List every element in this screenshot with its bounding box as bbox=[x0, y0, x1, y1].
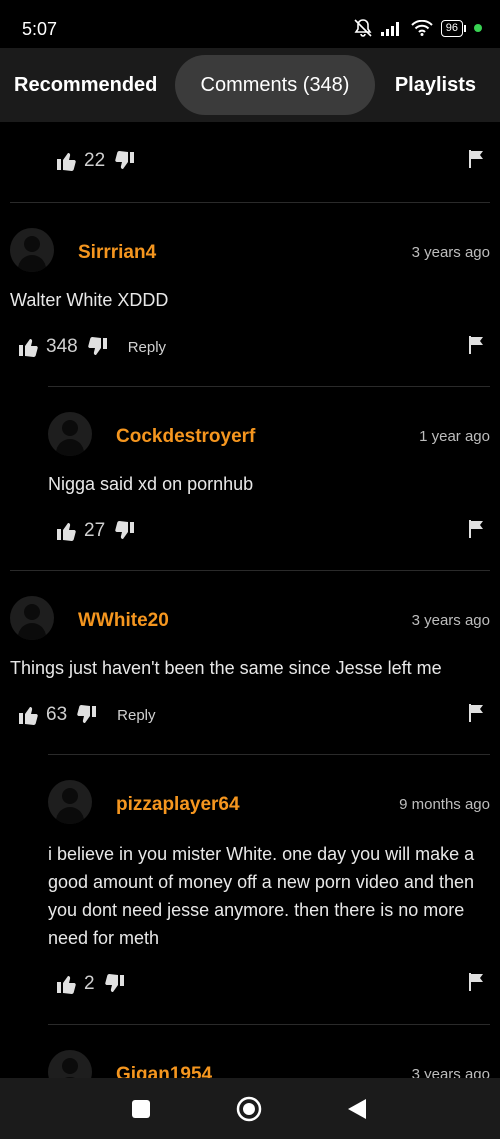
thumbs-up-icon[interactable] bbox=[18, 337, 38, 357]
comment-time: 3 years ago bbox=[411, 244, 490, 261]
flag-icon[interactable] bbox=[468, 704, 484, 727]
privacy-dot-icon bbox=[474, 24, 482, 32]
recents-button[interactable] bbox=[111, 1078, 171, 1139]
like-count: 27 bbox=[84, 520, 106, 541]
thumbs-up-icon[interactable] bbox=[18, 705, 38, 725]
comment-text: Things just haven't been the same since … bbox=[10, 658, 442, 678]
like-count: 2 bbox=[84, 973, 95, 994]
system-nav-bar bbox=[0, 1078, 500, 1139]
flag-icon[interactable] bbox=[468, 520, 484, 543]
comment-item: pizzaplayer64 9 months ago i believe in … bbox=[0, 754, 500, 1025]
comment-item: Gigan1954 3 years ago bbox=[0, 1024, 500, 1078]
status-time: 5:07 bbox=[22, 19, 58, 39]
thumbs-down-icon[interactable] bbox=[104, 974, 125, 994]
comment-actions: 2 bbox=[56, 969, 125, 999]
comment-partial: back to normal 22 bbox=[0, 122, 500, 203]
comment-actions: 348 Reply bbox=[18, 332, 166, 362]
flag-icon[interactable] bbox=[468, 150, 484, 173]
comment-time: 9 months ago bbox=[399, 796, 490, 813]
battery-tip bbox=[464, 24, 466, 32]
comment-username[interactable]: Cockdestroyerf bbox=[116, 426, 255, 448]
recents-icon bbox=[132, 1099, 150, 1118]
comment-time: 3 years ago bbox=[411, 612, 490, 629]
reply-button[interactable]: Reply bbox=[117, 707, 155, 724]
home-button[interactable] bbox=[219, 1078, 279, 1139]
back-icon bbox=[348, 1098, 366, 1119]
signal-icon bbox=[380, 22, 399, 36]
thumbs-down-icon[interactable] bbox=[77, 705, 97, 725]
tab-recommended[interactable]: Recommended bbox=[14, 48, 157, 122]
like-count: 22 bbox=[84, 150, 106, 171]
comment-username[interactable]: Gigan1954 bbox=[116, 1064, 212, 1078]
thumbs-up-icon[interactable] bbox=[56, 974, 76, 994]
status-icons: 96 bbox=[353, 18, 482, 38]
battery-level: 96 bbox=[440, 19, 463, 37]
tab-playlists[interactable]: Playlists bbox=[395, 48, 476, 122]
comment-actions: 27 bbox=[56, 516, 135, 546]
battery-indicator: 96 bbox=[440, 19, 466, 37]
home-icon bbox=[236, 1096, 262, 1121]
bell-muted-icon bbox=[354, 19, 372, 37]
flag-icon[interactable] bbox=[468, 973, 484, 996]
comment-text: Nigga said xd on pornhub bbox=[48, 474, 254, 494]
avatar[interactable] bbox=[48, 1050, 92, 1078]
status-bar: 5:07 96 bbox=[0, 0, 500, 48]
back-button[interactable] bbox=[327, 1078, 387, 1139]
thumbs-down-icon[interactable] bbox=[115, 151, 135, 171]
avatar[interactable] bbox=[10, 228, 54, 272]
comments-list[interactable]: back to normal 22 Sirrrian4 3 years ago … bbox=[0, 122, 500, 1078]
comment-item: Cockdestroyerf 1 year ago Nigga said xd … bbox=[0, 386, 500, 571]
like-count: 63 bbox=[46, 704, 68, 725]
reply-button[interactable]: Reply bbox=[128, 339, 166, 356]
comment-text: back to normal bbox=[48, 122, 166, 130]
comment-username[interactable]: WWhite20 bbox=[78, 610, 169, 632]
thumbs-down-icon[interactable] bbox=[87, 337, 108, 357]
comment-username[interactable]: pizzaplayer64 bbox=[116, 794, 240, 816]
thumbs-up-icon[interactable] bbox=[56, 521, 76, 541]
tab-bar: Recommended Comments (348) Playlists bbox=[0, 48, 500, 122]
tab-comments[interactable]: Comments (348) bbox=[175, 55, 375, 115]
comment-item: WWhite20 3 years ago Things just haven't… bbox=[0, 570, 500, 755]
avatar[interactable] bbox=[48, 780, 92, 824]
comment-actions: 22 bbox=[56, 146, 135, 176]
thumbs-down-icon[interactable] bbox=[115, 521, 135, 541]
comment-username[interactable]: Sirrrian4 bbox=[78, 242, 156, 264]
comment-text: Walter White XDDD bbox=[10, 290, 169, 310]
like-count: 348 bbox=[46, 336, 78, 357]
avatar[interactable] bbox=[48, 412, 92, 456]
wifi-icon bbox=[411, 20, 433, 36]
comment-item: Sirrrian4 3 years ago Walter White XDDD … bbox=[0, 202, 500, 387]
avatar[interactable] bbox=[10, 596, 54, 640]
thumbs-up-icon[interactable] bbox=[56, 151, 76, 171]
flag-icon[interactable] bbox=[468, 336, 484, 359]
comment-time: 1 year ago bbox=[419, 428, 490, 445]
comment-time: 3 years ago bbox=[411, 1066, 490, 1078]
comment-text: i believe in you mister White. one day y… bbox=[48, 844, 475, 948]
comment-actions: 63 Reply bbox=[18, 700, 156, 730]
